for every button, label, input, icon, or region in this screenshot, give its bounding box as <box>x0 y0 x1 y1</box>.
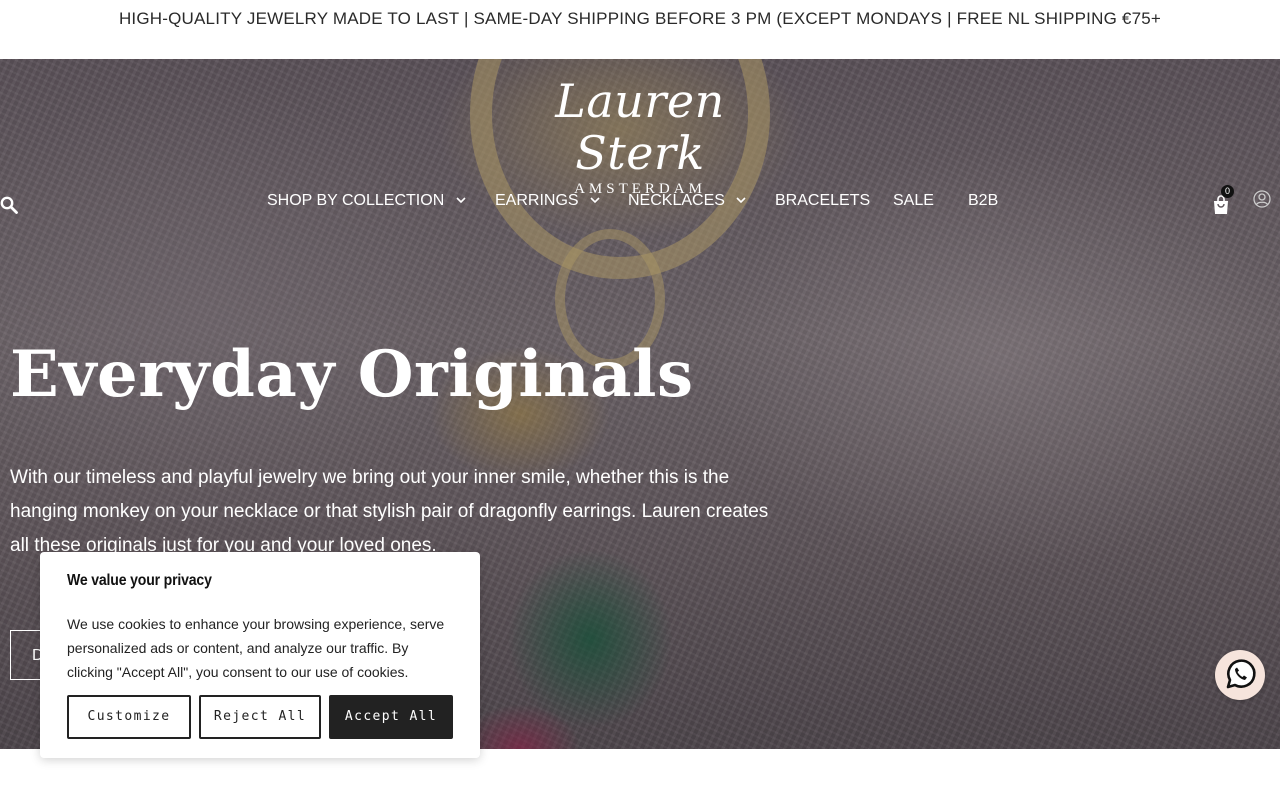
cookie-text: We use cookies to enhance your browsing … <box>67 616 445 680</box>
reject-all-button[interactable]: Reject All <box>199 695 321 739</box>
nav-item-label: NECKLACES <box>628 192 725 209</box>
cookie-consent-banner: We value your privacy We use cookies to … <box>40 552 480 758</box>
whatsapp-chat-button[interactable] <box>1215 650 1265 700</box>
announcement-text: HIGH-QUALITY JEWELRY MADE TO LAST | SAME… <box>118 9 1162 28</box>
nav-item-bracelets[interactable]: BRACELETS <box>775 192 870 210</box>
nav-item-earrings[interactable]: EARRINGS <box>495 192 600 210</box>
nav-item-label: SHOP BY COLLECTION <box>267 192 445 209</box>
cart-count-badge: 0 <box>1221 185 1234 198</box>
nav-item-shop-by-collection[interactable]: SHOP BY COLLECTION <box>267 192 466 210</box>
announcement-bar: HIGH-QUALITY JEWELRY MADE TO LAST | SAME… <box>0 0 1280 59</box>
nav-item-label: EARRINGS <box>495 192 579 209</box>
accept-all-button[interactable]: Accept All <box>329 695 453 739</box>
nav-item-b2b[interactable]: B2B <box>968 192 998 210</box>
main-nav: SHOP BY COLLECTION EARRINGS NECKLACES BR… <box>0 189 1280 219</box>
hero-title: Everyday Originals <box>10 337 694 412</box>
nav-item-label: BRACELETS <box>775 192 871 209</box>
brand-logo[interactable]: Lauren Sterk AMSTERDAM <box>500 75 780 198</box>
account-icon[interactable] <box>1253 190 1271 208</box>
nav-item-label: B2B <box>968 192 999 209</box>
chevron-down-icon <box>736 197 746 204</box>
nav-item-label: SALE <box>893 192 934 209</box>
nav-item-sale[interactable]: SALE <box>893 192 934 210</box>
customize-button[interactable]: Customize <box>67 695 191 739</box>
logo-name: Lauren Sterk <box>555 74 725 180</box>
cookie-title: We value your privacy <box>67 572 212 589</box>
chevron-down-icon <box>590 197 600 204</box>
whatsapp-icon <box>1226 659 1256 689</box>
nav-item-necklaces[interactable]: NECKLACES <box>628 192 746 210</box>
chevron-down-icon <box>456 197 466 204</box>
hero-description: With our timeless and playful jewelry we… <box>10 467 769 556</box>
